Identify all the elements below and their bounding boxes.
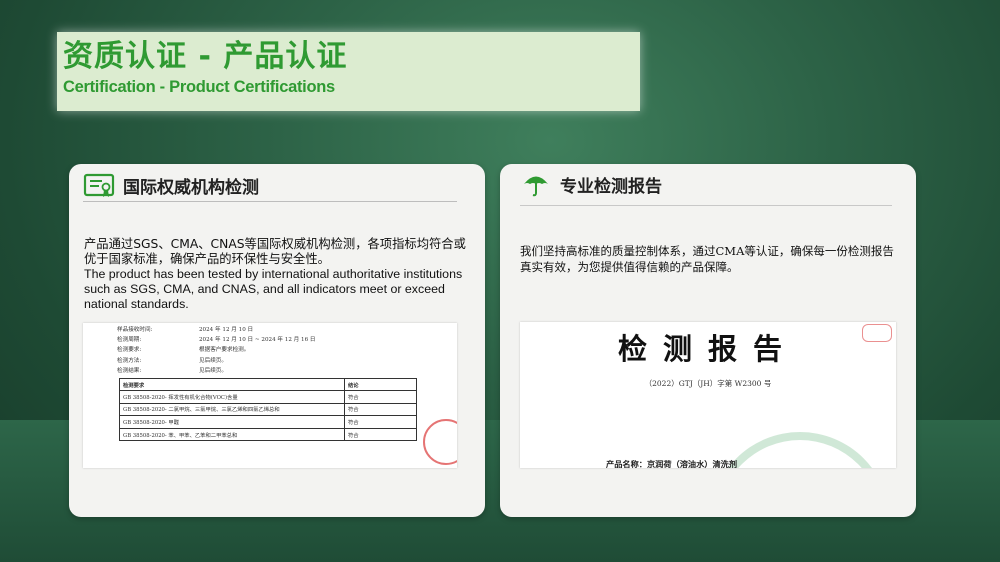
page-subtitle: Certification - Product Certifications [63,78,335,96]
red-seal-stamp [423,419,457,465]
card-header: 专业检测报告 [520,168,896,200]
card-heading: 专业检测报告 [560,176,662,197]
umbrella-icon [524,176,548,197]
page-title: 资质认证 - 产品认证 [63,39,348,74]
description-cn: 产品通过SGS、CMA、CNAS等国际权威机构检测，各项指标均符合或优于国家标准… [84,237,466,266]
meta-row: 样品接收时间: 2024 年 12 月 10 日 [117,327,254,333]
meta-row: 检测方法: 见后续页。 [117,357,227,364]
document-meta: 样品接收时间: 2024 年 12 月 10 日 检测周期: 2024 年 12 月… [117,325,316,376]
table-row: GB 38508-2020- 二氯甲烷、三氯甲烷、三氯乙烯和四氯乙烯总和 符合 [119,402,417,417]
card-heading: 国际权威机构检测 [123,178,259,198]
table-header-row: 检测要求 结论 [119,378,417,391]
card-description: 我们坚持高标准的质量控制体系，通过CMA等认证，确保每一份检测报告真实有效，为您… [520,244,894,274]
meta-row: 检测结果: 见后续页。 [117,367,227,374]
red-stamp [862,324,892,342]
test-document-image: 样品接收时间: 2024 年 12 月 10 日 检测周期: 2024 年 12 月… [83,323,457,468]
card-description: 产品通过SGS、CMA、CNAS等国际权威机构检测，各项指标均符合或优于国家标准… [84,237,466,312]
results-table: 检测要求 结论 GB 38508-2020- 挥发性有机化合物(VOC)含量 符… [119,378,417,442]
table-row: GB 38508-2020- 甲醛 符合 [119,415,417,429]
description-en: The product has been tested by internati… [84,267,463,311]
card-international-testing: 国际权威机构检测 产品通过SGS、CMA、CNAS等国际权威机构检测，各项指标均… [69,164,485,517]
product-name: 产品名称：京润荷（溶油水）清洗剂 [606,459,738,468]
table-row: GB 38508-2020- 苯、甲苯、乙苯和二甲苯总和 符合 [119,427,417,442]
report-title: 检测报告 [617,332,798,366]
report-number: （2022）GTJ（JH）字第 W2300 号 [644,379,772,388]
card-professional-report: 专业检测报告 我们坚持高标准的质量控制体系，通过CMA等认证，确保每一份检测报告… [500,164,916,517]
table-row: GB 38508-2020- 挥发性有机化合物(VOC)含量 符合 [119,390,417,404]
meta-row: 检测要求: 根据客户要求检测。 [117,347,250,354]
certificate-icon [83,173,115,197]
test-report-image: 检测报告 （2022）GTJ（JH）字第 W2300 号 产品名称：京润荷（溶油… [520,322,896,468]
divider [520,205,892,206]
title-banner: 资质认证 - 产品认证 Certification - Product Cert… [57,32,640,111]
card-header: 国际权威机构检测 [83,170,457,202]
meta-row: 检测周期: 2024 年 12 月 10 日 ~ 2024 年 12 月 16 日 [117,337,316,344]
